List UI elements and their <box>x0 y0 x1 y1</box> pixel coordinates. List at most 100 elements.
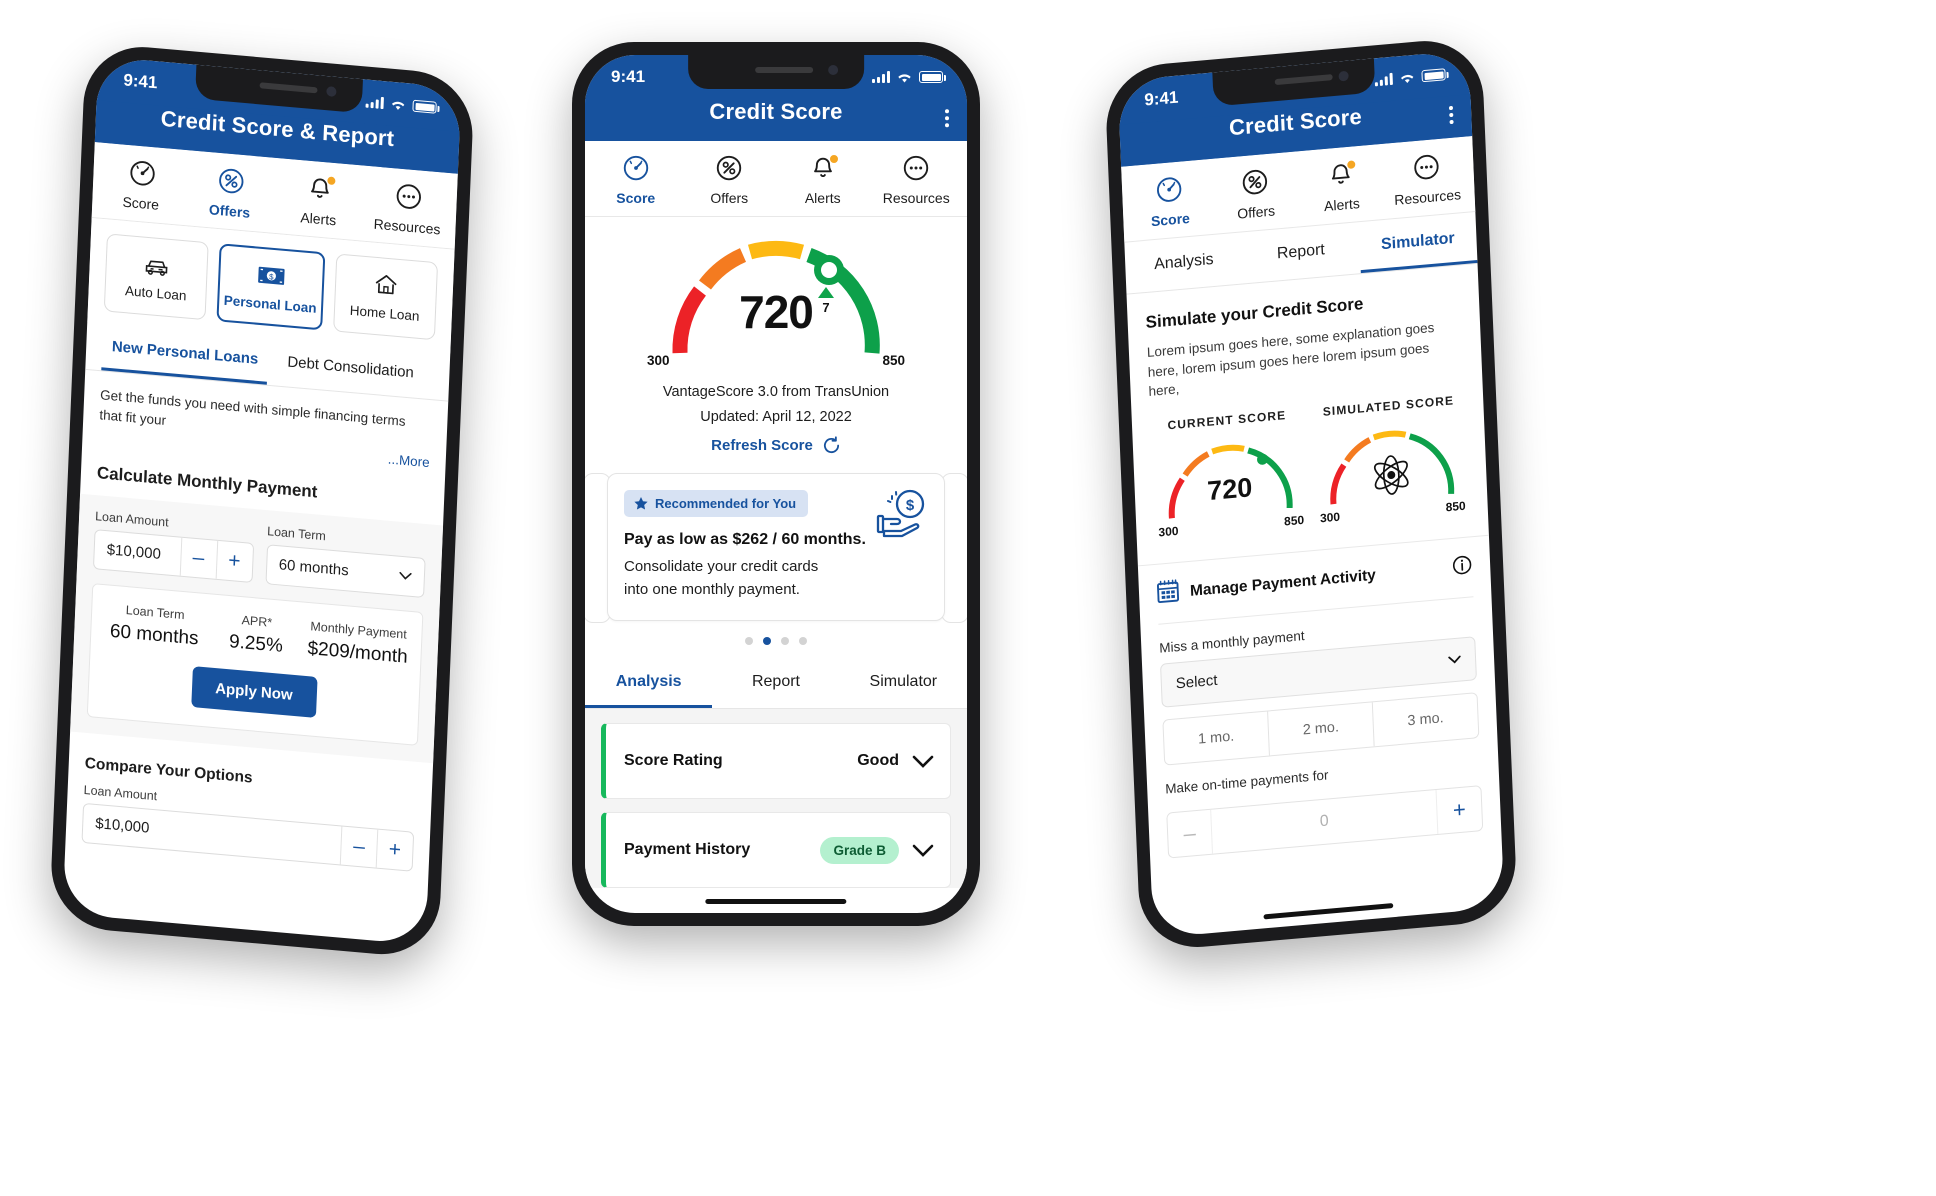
bell-icon <box>808 153 839 183</box>
bell-icon <box>304 172 337 205</box>
speedometer-icon <box>1154 173 1185 206</box>
miss-payment-value: Select <box>1175 671 1218 693</box>
accordion-label: Payment History <box>624 841 751 859</box>
nav-item-offers[interactable]: Offers <box>683 153 777 206</box>
carousel-dot[interactable] <box>781 637 789 646</box>
battery-icon <box>919 71 946 83</box>
info-icon[interactable] <box>1452 554 1473 581</box>
compare-decrement-button[interactable]: – <box>339 825 378 868</box>
phone-mockup-offers: 9:41 Credit Score & Report Score Offers … <box>48 42 475 960</box>
loan-type-auto[interactable]: Auto Loan <box>103 233 210 321</box>
nav-item-resources[interactable]: Resources <box>1383 148 1471 208</box>
simulator-gauges: CURRENT SCORE 720 300 850 SIMULATED SCOR… <box>1131 373 1488 552</box>
nav-item-score[interactable]: Score <box>96 154 187 215</box>
nav-item-alerts[interactable]: Alerts <box>1297 156 1385 216</box>
more-circle-icon <box>901 153 931 183</box>
chevron-down-icon <box>399 571 412 580</box>
tab-report[interactable]: Report <box>1241 222 1360 283</box>
apply-now-button[interactable]: Apply Now <box>190 665 318 718</box>
decrement-button[interactable]: – <box>179 537 217 579</box>
segment-3mo[interactable]: 3 mo. <box>1373 693 1479 746</box>
nav-label: Resources <box>373 215 441 238</box>
nav-item-alerts[interactable]: Alerts <box>274 170 365 231</box>
home-indicator <box>1263 903 1394 920</box>
ontime-increment-button[interactable]: + <box>1437 786 1483 834</box>
nav-item-offers[interactable]: Offers <box>1211 163 1299 223</box>
percent-icon <box>215 165 246 198</box>
accordion-item-payment-history[interactable]: Payment History Grade B <box>601 812 951 889</box>
recommended-badge: Recommended for You <box>624 490 809 517</box>
screenshot-stage: 9:41 Credit Score & Report Score Offers … <box>0 0 1936 1196</box>
score-value: 720 <box>739 286 814 338</box>
loan-type-personal[interactable]: $ Personal Loan <box>216 243 325 331</box>
result-apr-value: 9.25% <box>228 630 284 657</box>
segment-2mo[interactable]: 2 mo. <box>1268 701 1375 756</box>
carousel-dot[interactable] <box>799 637 807 646</box>
money-in-hand-icon: $ <box>870 488 928 544</box>
speedometer-icon <box>621 153 651 183</box>
simulated-score-gauge: SIMULATED SCORE 300 850 <box>1307 392 1474 526</box>
status-time: 9:41 <box>1143 87 1179 110</box>
carousel-dot[interactable] <box>745 637 753 646</box>
loan-type-label: Home Loan <box>349 302 420 324</box>
carousel-dot-active[interactable] <box>763 637 771 646</box>
phone-mockup-simulator: 9:41 Credit Score Score Offers Alerts Re… <box>1104 36 1519 953</box>
simulated-score-caption: SIMULATED SCORE <box>1322 393 1455 419</box>
nav-item-offers[interactable]: Offers <box>185 162 276 223</box>
refresh-score-label: Refresh Score <box>711 437 813 454</box>
credit-score-gauge-section: 720 7 300 850 VantageScore 3.0 from Tran… <box>585 217 967 455</box>
compare-increment-button[interactable]: + <box>375 829 414 871</box>
offer-line2: into one monthly payment. <box>624 580 800 598</box>
nav-item-resources[interactable]: Resources <box>870 153 964 206</box>
nav-item-resources[interactable]: Resources <box>362 178 453 239</box>
tab-report[interactable]: Report <box>712 657 839 708</box>
nav-item-alerts[interactable]: Alerts <box>776 153 870 206</box>
tab-analysis[interactable]: Analysis <box>585 657 713 709</box>
current-score-min: 300 <box>1158 523 1179 540</box>
speedometer-icon <box>126 157 157 190</box>
nav-item-score[interactable]: Score <box>589 153 683 206</box>
analysis-tabs: Analysis Report Simulator <box>585 657 967 710</box>
tab-simulator[interactable]: Simulator <box>840 657 967 708</box>
car-icon <box>142 252 173 279</box>
tab-simulator[interactable]: Simulator <box>1358 211 1478 274</box>
increment-button[interactable]: + <box>215 540 253 582</box>
result-payment: Monthly Payment $209/month <box>306 618 409 668</box>
battery-icon <box>412 99 437 114</box>
simulated-score-min: 300 <box>1319 509 1341 526</box>
carousel-dots <box>607 621 945 646</box>
banknote-icon: $ <box>256 263 287 290</box>
loan-amount-value: $10,000 <box>106 541 162 563</box>
wifi-icon <box>392 101 405 110</box>
top-nav: Score Offers Alerts Resources <box>585 141 967 217</box>
accordion-item-score-rating[interactable]: Score Rating Good <box>601 723 951 800</box>
overflow-menu-icon[interactable] <box>1448 105 1454 125</box>
phone-notch <box>688 55 864 89</box>
nav-label: Alerts <box>1323 195 1361 215</box>
chevron-down-icon <box>1448 655 1461 664</box>
loan-type-home[interactable]: Home Loan <box>332 253 439 341</box>
nav-label: Offers <box>1236 202 1276 222</box>
score-gauge: 720 7 <box>666 235 886 359</box>
segment-1mo[interactable]: 1 mo. <box>1163 711 1270 765</box>
nav-label: Resources <box>882 190 950 206</box>
offer-card[interactable]: Recommended for You $ Pay as low as $262… <box>607 473 945 622</box>
tab-analysis[interactable]: Analysis <box>1124 232 1243 293</box>
chevron-down-icon[interactable] <box>912 755 934 768</box>
chevron-down-icon[interactable] <box>912 844 934 857</box>
accordion-value: Good <box>857 752 899 770</box>
overflow-menu-icon[interactable] <box>945 109 949 128</box>
current-score-caption: CURRENT SCORE <box>1167 407 1287 433</box>
refresh-score-button[interactable]: Refresh Score <box>585 436 967 455</box>
alert-badge <box>828 154 839 164</box>
phone-mockup-score: 9:41 Credit Score Score Offers Alerts Re… <box>572 42 980 926</box>
nav-label: Score <box>1150 209 1191 230</box>
nav-item-score[interactable]: Score <box>1126 171 1214 231</box>
simulated-score-max: 850 <box>1445 498 1466 515</box>
star-icon <box>634 497 648 510</box>
ontime-decrement-button[interactable]: – <box>1167 809 1213 858</box>
signal-icon <box>365 96 384 110</box>
loan-term-select[interactable]: 60 months <box>264 543 426 598</box>
loan-amount-stepper[interactable]: $10,000 – + <box>92 528 254 583</box>
score-updated: Updated: April 12, 2022 <box>700 409 852 425</box>
